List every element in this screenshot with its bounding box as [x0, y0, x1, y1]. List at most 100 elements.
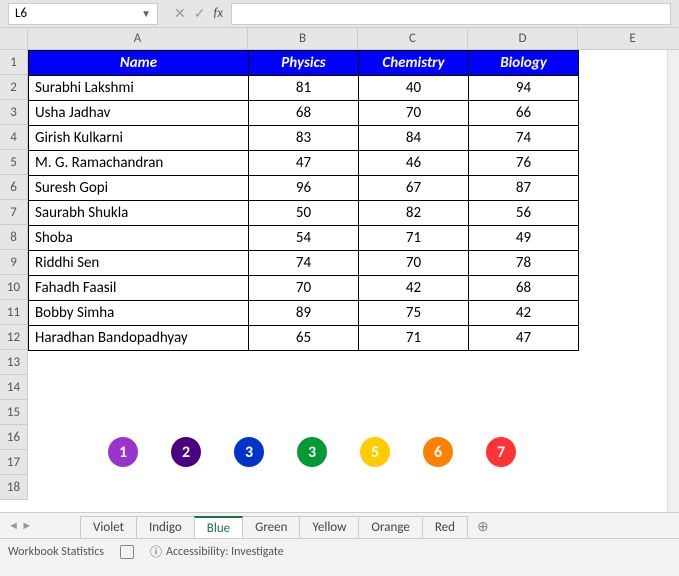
cell-value[interactable]: 46 — [359, 151, 469, 176]
vertical-scrollbar[interactable] — [667, 28, 679, 512]
cell-name[interactable]: Saurabh Shukla — [29, 201, 249, 226]
cell-value[interactable]: 81 — [249, 76, 359, 101]
color-badge: 6 — [423, 437, 453, 467]
fx-label[interactable]: fx — [213, 6, 223, 21]
cell-name[interactable]: Surabhi Lakshmi — [29, 76, 249, 101]
cell-value[interactable]: 47 — [469, 326, 579, 351]
cell-value[interactable]: 89 — [249, 301, 359, 326]
table-header[interactable]: Physics — [249, 51, 359, 76]
row-header[interactable]: 17 — [0, 450, 28, 475]
cell-value[interactable]: 49 — [469, 226, 579, 251]
cell-name[interactable]: Shoba — [29, 226, 249, 251]
row-header[interactable]: 11 — [0, 300, 28, 325]
row-header[interactable]: 1 — [0, 50, 28, 75]
table-row: Bobby Simha897542 — [29, 301, 579, 326]
select-all-corner[interactable] — [0, 28, 28, 50]
sheet-tab[interactable]: Blue — [194, 516, 243, 538]
cell-value[interactable]: 54 — [249, 226, 359, 251]
sheet-tab[interactable]: Green — [242, 516, 300, 538]
sheet-tab[interactable]: Violet — [80, 516, 137, 538]
cell-value[interactable]: 83 — [249, 126, 359, 151]
sheet-nav-arrows[interactable]: ◄ ► — [8, 519, 32, 532]
cell-value[interactable]: 70 — [359, 251, 469, 276]
cell-name[interactable]: Usha Jadhav — [29, 101, 249, 126]
cell-name[interactable]: Bobby Simha — [29, 301, 249, 326]
row-header[interactable]: 7 — [0, 200, 28, 225]
column-header[interactable]: B — [248, 28, 358, 50]
cell-value[interactable]: 42 — [359, 276, 469, 301]
cell-name[interactable]: Suresh Gopi — [29, 176, 249, 201]
cell-name[interactable]: Fahadh Faasil — [29, 276, 249, 301]
cell-value[interactable]: 78 — [469, 251, 579, 276]
cell-name[interactable]: Riddhi Sen — [29, 251, 249, 276]
spreadsheet-grid: ABCDE 123456789101112131415161718 NamePh… — [0, 28, 679, 512]
row-header[interactable]: 18 — [0, 475, 28, 500]
column-header[interactable]: D — [468, 28, 578, 50]
formula-bar: L6 ▼ ✕ ✓ fx — [0, 0, 679, 28]
accessibility-status[interactable]: ⓘ Accessibility: Investigate — [150, 543, 284, 560]
column-header[interactable]: E — [578, 28, 679, 50]
chevron-down-icon[interactable]: ▼ — [141, 7, 151, 20]
add-sheet-button[interactable]: ⊕ — [467, 515, 499, 538]
cell-value[interactable]: 56 — [469, 201, 579, 226]
row-header[interactable]: 6 — [0, 175, 28, 200]
row-header[interactable]: 4 — [0, 125, 28, 150]
stats-icon[interactable] — [120, 545, 134, 559]
data-table: NamePhysicsChemistryBiology Surabhi Laks… — [28, 50, 579, 351]
accept-formula-icon: ✓ — [194, 5, 206, 22]
color-badge: 3 — [297, 437, 327, 467]
cell-value[interactable]: 42 — [469, 301, 579, 326]
cell-value[interactable]: 94 — [469, 76, 579, 101]
cell-value[interactable]: 96 — [249, 176, 359, 201]
cell-value[interactable]: 65 — [249, 326, 359, 351]
row-header[interactable]: 16 — [0, 425, 28, 450]
sheet-tab[interactable]: Red — [422, 516, 468, 538]
sheet-tab[interactable]: Orange — [358, 516, 422, 538]
row-header[interactable]: 14 — [0, 375, 28, 400]
column-header[interactable]: C — [358, 28, 468, 50]
cell-value[interactable]: 66 — [469, 101, 579, 126]
table-header[interactable]: Biology — [469, 51, 579, 76]
sheet-tab-bar: ◄ ► VioletIndigoBlueGreenYellowOrangeRed… — [0, 512, 679, 538]
cell-value[interactable]: 68 — [469, 276, 579, 301]
workbook-statistics[interactable]: Workbook Statistics — [8, 545, 104, 559]
status-bar: Workbook Statistics ⓘ Accessibility: Inv… — [0, 538, 679, 564]
cell-value[interactable]: 87 — [469, 176, 579, 201]
row-header[interactable]: 13 — [0, 350, 28, 375]
cell-value[interactable]: 67 — [359, 176, 469, 201]
cell-value[interactable]: 71 — [359, 326, 469, 351]
name-box[interactable]: L6 ▼ — [8, 3, 158, 25]
cell-value[interactable]: 50 — [249, 201, 359, 226]
cell-name[interactable]: Haradhan Bandopadhyay — [29, 326, 249, 351]
cell-value[interactable]: 84 — [359, 126, 469, 151]
row-header[interactable]: 2 — [0, 75, 28, 100]
row-header[interactable]: 3 — [0, 100, 28, 125]
cell-value[interactable]: 40 — [359, 76, 469, 101]
formula-input[interactable] — [231, 3, 671, 25]
cell-value[interactable]: 76 — [469, 151, 579, 176]
row-header[interactable]: 8 — [0, 225, 28, 250]
sheet-tab[interactable]: Yellow — [299, 516, 359, 538]
cell-value[interactable]: 70 — [249, 276, 359, 301]
cell-name[interactable]: M. G. Ramachandran — [29, 151, 249, 176]
cell-value[interactable]: 74 — [469, 126, 579, 151]
row-header[interactable]: 15 — [0, 400, 28, 425]
table-header[interactable]: Chemistry — [359, 51, 469, 76]
cell-value[interactable]: 68 — [249, 101, 359, 126]
cancel-formula-icon: ✕ — [174, 5, 186, 22]
row-header[interactable]: 5 — [0, 150, 28, 175]
table-header[interactable]: Name — [29, 51, 249, 76]
cell-value[interactable]: 82 — [359, 201, 469, 226]
row-header[interactable]: 12 — [0, 325, 28, 350]
cell-value[interactable]: 75 — [359, 301, 469, 326]
column-header[interactable]: A — [28, 28, 248, 50]
cell-name[interactable]: Girish Kulkarni — [29, 126, 249, 151]
table-row: Saurabh Shukla508256 — [29, 201, 579, 226]
row-header[interactable]: 9 — [0, 250, 28, 275]
row-header[interactable]: 10 — [0, 275, 28, 300]
cell-value[interactable]: 71 — [359, 226, 469, 251]
cell-value[interactable]: 74 — [249, 251, 359, 276]
cell-value[interactable]: 70 — [359, 101, 469, 126]
sheet-tab[interactable]: Indigo — [136, 516, 195, 538]
cell-value[interactable]: 47 — [249, 151, 359, 176]
